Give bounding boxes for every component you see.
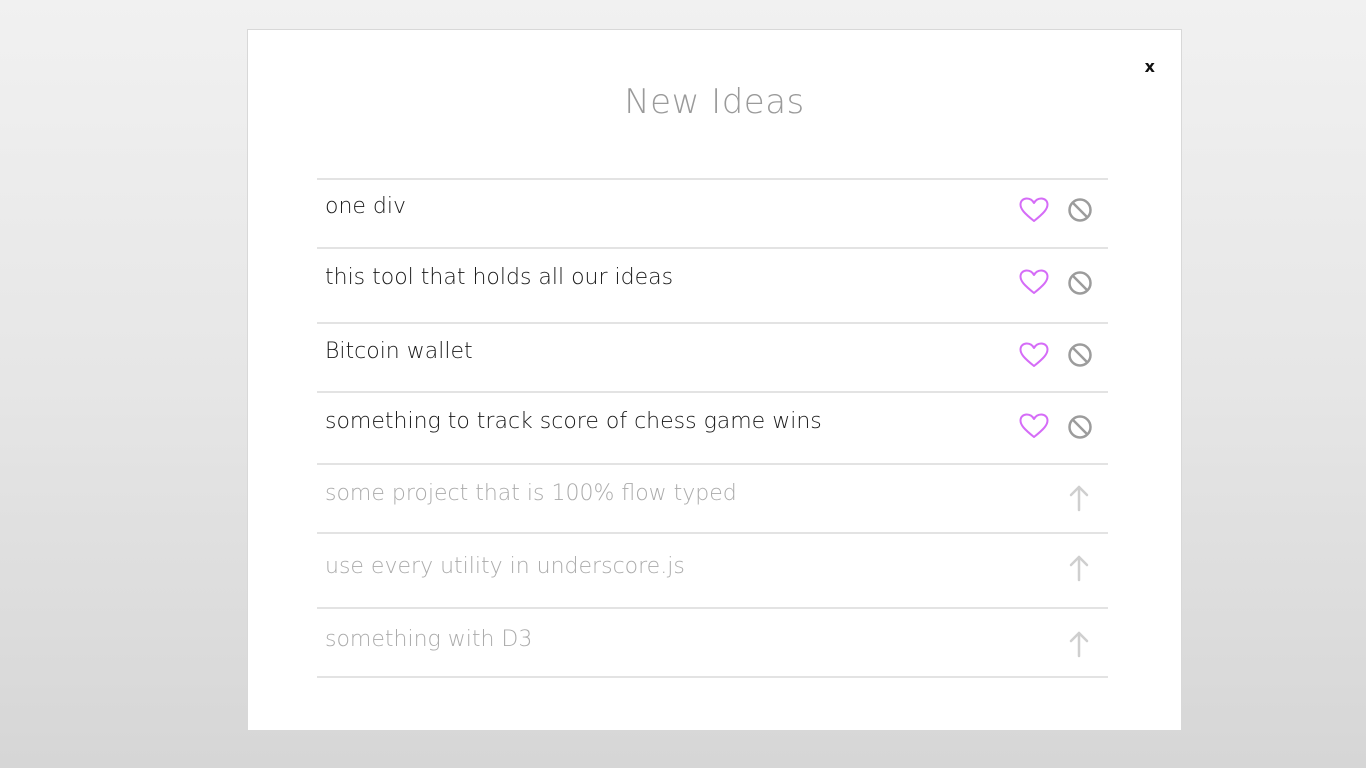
idea-row: one div [317, 180, 1108, 249]
heart-icon[interactable] [1019, 267, 1049, 297]
block-icon[interactable] [1065, 195, 1095, 225]
idea-row: use every utility in underscore.js [317, 534, 1108, 609]
idea-text: some project that is 100% flow typed [325, 481, 737, 506]
ideas-list: one div this tool that holds all our ide… [317, 178, 1108, 678]
idea-text: one div [325, 194, 407, 219]
heart-icon[interactable] [1019, 411, 1049, 441]
idea-row: something with D3 [317, 609, 1108, 678]
idea-text: use every utility in underscore.js [325, 554, 685, 579]
arrow-up-icon[interactable] [1064, 553, 1094, 583]
block-icon[interactable] [1065, 340, 1095, 370]
idea-text: this tool that holds all our ideas [325, 265, 674, 290]
idea-text: something to track score of chess game w… [325, 409, 822, 434]
close-button[interactable]: x [1145, 57, 1155, 77]
idea-row: something to track score of chess game w… [317, 393, 1108, 465]
heart-icon[interactable] [1019, 340, 1049, 370]
idea-text: Bitcoin wallet [325, 339, 473, 364]
arrow-up-icon[interactable] [1064, 483, 1094, 513]
idea-row: Bitcoin wallet [317, 324, 1108, 393]
idea-row: some project that is 100% flow typed [317, 465, 1108, 534]
block-icon[interactable] [1065, 268, 1095, 298]
arrow-up-icon[interactable] [1064, 629, 1094, 659]
new-ideas-modal: x New Ideas one div this tool that holds… [247, 29, 1182, 731]
block-icon[interactable] [1065, 412, 1095, 442]
heart-icon[interactable] [1019, 195, 1049, 225]
idea-row: this tool that holds all our ideas [317, 249, 1108, 324]
idea-text: something with D3 [325, 627, 533, 652]
modal-title: New Ideas [624, 82, 805, 122]
